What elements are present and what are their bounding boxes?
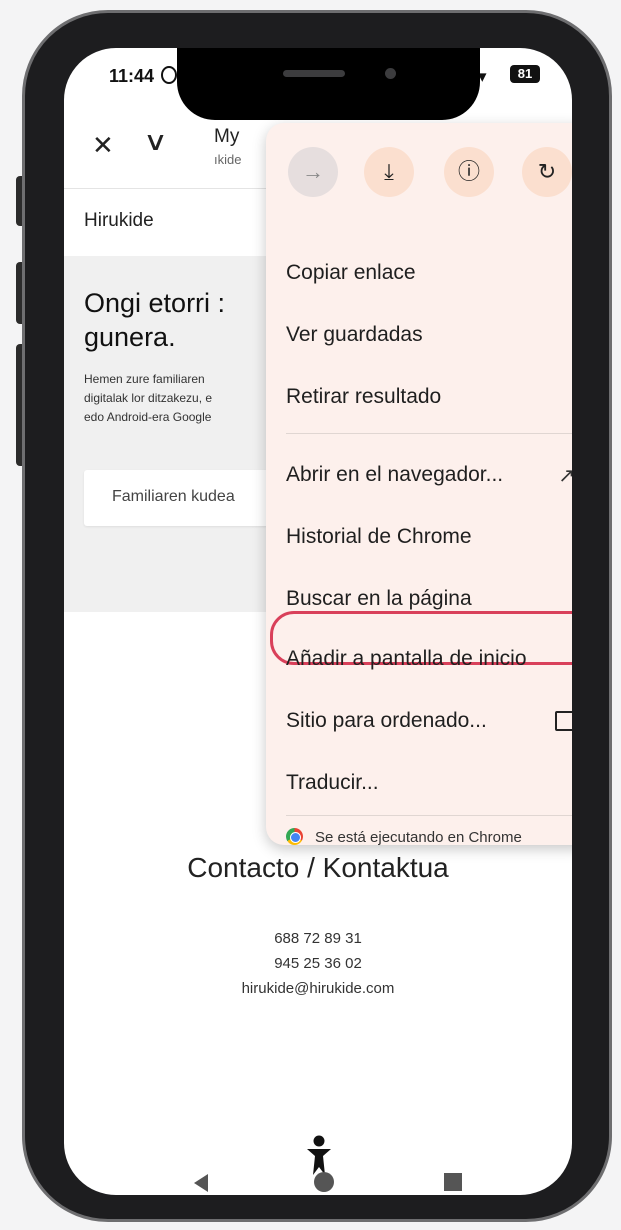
- refresh-icon[interactable]: ↻: [522, 147, 572, 197]
- hero-text: Hemen zure familiaren digitalak lor ditz…: [84, 372, 213, 424]
- contact-email[interactable]: hirukide@hirukide.com: [64, 980, 572, 997]
- tab-url: ıkide: [214, 152, 242, 167]
- front-camera: [385, 68, 396, 79]
- site-brand[interactable]: Hirukide: [84, 210, 154, 232]
- family-management-button[interactable]: Familiaren kudea: [84, 470, 284, 526]
- recents-icon[interactable]: [444, 1173, 462, 1191]
- menu-item-saved[interactable]: Ver guardadas: [286, 323, 423, 347]
- chrome-icon: [286, 828, 303, 845]
- menu-footer-text: Se está ejecutando en Chrome: [315, 829, 522, 846]
- menu-divider: [286, 433, 572, 434]
- close-icon[interactable]: ✕: [92, 130, 114, 161]
- phone-screen: 11:44 ▾ 81 ✕ ∨ My ıkide Hirukide Ongi et…: [64, 48, 572, 1195]
- menu-divider: [286, 815, 572, 816]
- system-nav-bar: [64, 1160, 572, 1195]
- menu-item-translate[interactable]: Traducir...: [286, 771, 379, 795]
- open-external-icon: ↗: [558, 465, 572, 487]
- hero-title: Ongi etorri : gunera.: [84, 288, 226, 352]
- dynamic-notch: [177, 48, 480, 120]
- battery-indicator: 81: [510, 65, 540, 83]
- menu-item-open-in-browser[interactable]: Abrir en el navegador...: [286, 463, 503, 487]
- menu-item-remove-result[interactable]: Retirar resultado: [286, 385, 441, 409]
- menu-item-chrome-history[interactable]: Historial de Chrome: [286, 525, 472, 549]
- menu-icon-row: → ⤓ ⓘ ↻: [266, 137, 572, 197]
- phone-frame: 11:44 ▾ 81 ✕ ∨ My ıkide Hirukide Ongi et…: [22, 10, 612, 1222]
- back-icon[interactable]: [194, 1174, 208, 1192]
- desktop-site-checkbox[interactable]: [555, 711, 572, 731]
- menu-item-desktop-site[interactable]: Sitio para ordenado...: [286, 709, 487, 733]
- menu-footer: Se está ejecutando en Chrome: [286, 828, 522, 846]
- forward-icon[interactable]: →: [288, 147, 338, 197]
- menu-item-find-in-page[interactable]: Buscar en la página: [286, 587, 472, 611]
- whatsapp-notification-icon: [161, 66, 177, 84]
- info-icon[interactable]: ⓘ: [444, 147, 494, 197]
- menu-item-copy-link[interactable]: Copiar enlace: [286, 261, 416, 285]
- status-time: 11:44: [109, 66, 155, 86]
- home-icon[interactable]: [314, 1172, 334, 1192]
- menu-item-add-to-home[interactable]: Añadir a pantalla de inicio: [286, 647, 527, 671]
- download-icon[interactable]: ⤓: [364, 147, 414, 197]
- chevron-down-icon[interactable]: ∨: [143, 126, 168, 157]
- tab-title: My: [214, 126, 240, 147]
- overflow-menu: → ⤓ ⓘ ↻ Copiar enlace Ver guardadas Reti…: [266, 123, 572, 846]
- speaker-grille: [283, 70, 345, 77]
- contact-phone-1[interactable]: 688 72 89 31: [64, 930, 572, 947]
- family-management-label: Familiaren kudea: [112, 488, 235, 505]
- contact-title: Contacto / Kontaktua: [187, 852, 449, 883]
- contact-phone-2[interactable]: 945 25 36 02: [64, 955, 572, 972]
